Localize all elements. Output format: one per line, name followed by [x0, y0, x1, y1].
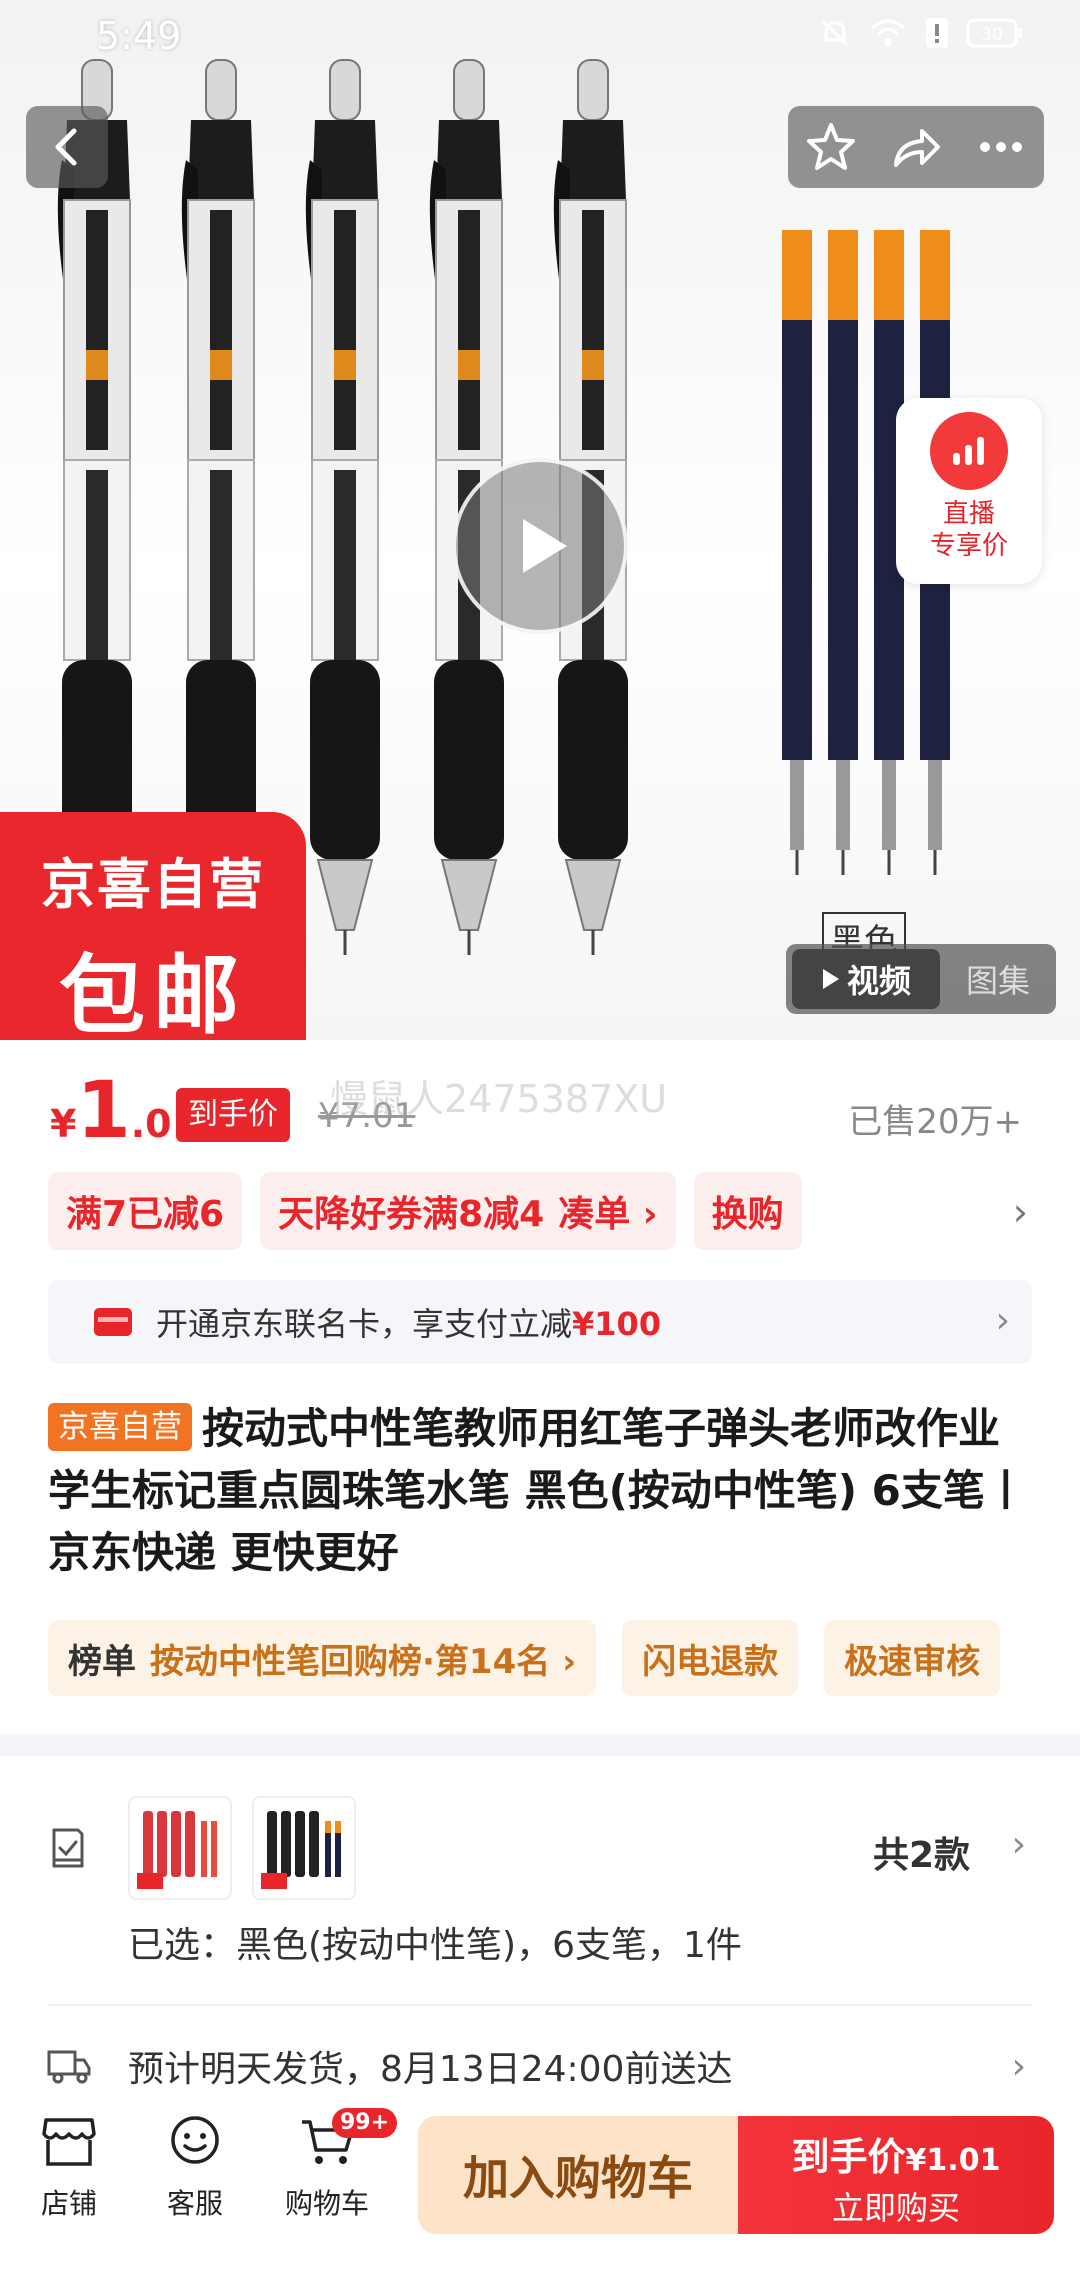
cart-badge: 99+	[332, 2108, 398, 2138]
pen-illustration	[305, 59, 380, 955]
status-icons: 30	[818, 16, 1024, 50]
buy-now-price-line: 到手价¥1.01	[738, 2126, 1054, 2181]
refill-illustration	[782, 230, 812, 875]
status-bar: 5:49 30	[0, 0, 1080, 74]
battery-icon: 30	[966, 18, 1022, 48]
selected-spec-text[interactable]: 已选：黑色(按动中性笔)，6支笔，1件	[128, 1916, 742, 1968]
price-row: ¥1.01 到手价 ¥7.01 慢鼠人2475387XU 已售20万+	[0, 1040, 1080, 1160]
promo-chips: 满7已减6 天降好券满8减4 凑单 › 换购	[48, 1172, 1048, 1252]
alert-icon	[926, 18, 948, 48]
shop-icon	[42, 2118, 96, 2166]
buy-now-price-value: ¥1.01	[905, 2143, 1001, 2178]
tab-gallery[interactable]: 图集	[940, 956, 1056, 1002]
ranking-chip[interactable]: 榜单 按动中性笔回购榜·第14名 ›	[48, 1620, 597, 1696]
fast-refund-text: 闪电退款	[642, 1641, 779, 1682]
sold-count: 已售20万+	[848, 1102, 1022, 1142]
service-chips: 榜单 按动中性笔回购榜·第14名 › 闪电退款 极速审核	[48, 1620, 1080, 1696]
chevron-right-icon[interactable]: ›	[1012, 1824, 1026, 1865]
chevron-right-icon: ›	[995, 1300, 1010, 1341]
tab-video[interactable]: 视频	[792, 949, 940, 1009]
promo-coupon-chip[interactable]: 天降好券满8减4 凑单 ›	[260, 1172, 676, 1250]
ranking-label: 榜单	[68, 1641, 136, 1682]
shop-button[interactable]: 店铺	[14, 2114, 124, 2222]
red-pens-image	[137, 1811, 217, 1889]
buy-now-button[interactable]: 到手价¥1.01 立即购买	[738, 2116, 1054, 2234]
play-icon	[523, 519, 567, 573]
watermark: 慢鼠人2475387XU	[330, 1077, 668, 1121]
variant-thumbnail-red[interactable]	[128, 1796, 232, 1900]
top-action-group	[788, 106, 1044, 188]
credit-card-icon	[94, 1308, 132, 1336]
promo-discount-chip[interactable]: 满7已减6	[48, 1172, 243, 1250]
chevron-right-icon[interactable]: ›	[1012, 2046, 1026, 2087]
tab-video-label: 视频	[846, 962, 911, 1000]
back-button[interactable]	[26, 106, 108, 188]
card-banner-text: 开通京东联名卡，享支付立减¥100	[156, 1299, 661, 1345]
selected-spec-icon	[52, 1828, 84, 1868]
variant-count[interactable]: 共2款	[873, 1826, 970, 1878]
card-banner-label: 开通京东联名卡，享支付立减	[156, 1305, 573, 1343]
chevron-left-icon	[55, 128, 77, 166]
promo-add-on-link[interactable]: 凑单 ›	[558, 1185, 657, 1237]
svg-text:30: 30	[981, 25, 1003, 45]
shipping-estimate[interactable]: 预计明天发货，8月13日24:00前送达	[128, 2040, 732, 2092]
ranking-text: 按动中性笔回购榜·第14名 ›	[150, 1641, 577, 1682]
fast-refund-chip[interactable]: 闪电退款	[622, 1620, 799, 1696]
refill-illustration	[828, 230, 858, 875]
jingxi-free-shipping-badge: 京喜自营 包邮	[0, 812, 306, 1040]
live-price-badge[interactable]: 直播 专享价	[896, 398, 1042, 584]
media-tabs: 视频 图集	[786, 944, 1056, 1014]
shop-label: 店铺	[40, 2187, 97, 2220]
price-integer: 1	[76, 1066, 131, 1156]
chevron-right-icon[interactable]: ›	[1013, 1190, 1028, 1234]
status-time: 5:49	[96, 14, 182, 58]
fast-review-text: 极速审核	[844, 1641, 981, 1682]
more-icon[interactable]	[975, 121, 1027, 173]
jingxi-badge-line1: 京喜自营	[41, 853, 265, 916]
buy-now-price-label: 到手价	[791, 2135, 906, 2179]
variant-thumbnail-black[interactable]	[252, 1796, 356, 1900]
section-divider	[0, 1734, 1080, 1756]
live-label: 直播	[942, 499, 995, 529]
jingxi-self-operated-tag: 京喜自营	[48, 1403, 192, 1451]
cart-button[interactable]: 99+ 购物车	[272, 2108, 398, 2222]
customer-service-label: 客服	[166, 2187, 223, 2220]
cart-label: 购物车	[284, 2187, 369, 2220]
wifi-icon	[871, 19, 905, 46]
live-price-label: 专享价	[929, 531, 1008, 561]
final-price-tag: 到手价	[176, 1088, 290, 1142]
buy-now-label: 立即购买	[831, 2189, 960, 2227]
card-banner-amount: ¥100	[572, 1305, 662, 1343]
video-play-button[interactable]	[452, 458, 628, 634]
star-icon[interactable]	[805, 121, 857, 173]
product-image-gallery[interactable]: 5:49 30 直播 专享价 京喜自营 包邮 黑色 视频 图集	[0, 0, 1080, 1040]
promo-coupon-label: 天降好券满8减4	[278, 1194, 545, 1235]
promo-exchange-chip[interactable]: 换购	[693, 1172, 802, 1250]
chat-smile-icon	[171, 2116, 219, 2164]
delivery-truck-icon	[47, 2050, 91, 2084]
black-pens-image	[261, 1811, 341, 1889]
price-symbol: ¥	[50, 1102, 77, 1146]
jingxi-badge-line2: 包邮	[59, 946, 247, 1040]
live-icon	[930, 412, 1008, 490]
jd-card-banner[interactable]: 开通京东联名卡，享支付立减¥100 ›	[48, 1280, 1032, 1364]
play-small-icon	[822, 969, 839, 989]
add-to-cart-button[interactable]: 加入购物车	[418, 2116, 738, 2234]
bottom-action-bar: 店铺 客服 99+ 购物车 加入购物车 到手价¥1.01 立即购买	[0, 2096, 1080, 2280]
mute-bell-icon	[821, 19, 849, 47]
product-title-text: 按动式中性笔教师用红笔子弹头老师改作业学生标记重点圆珠笔水笔 黑色(按动中性笔)…	[48, 1404, 1027, 1577]
fast-review-chip[interactable]: 极速审核	[824, 1620, 1001, 1696]
share-icon[interactable]	[890, 121, 942, 173]
customer-service-button[interactable]: 客服	[140, 2114, 250, 2222]
divider	[48, 2004, 1032, 2006]
product-title: 京喜自营 按动式中性笔教师用红笔子弹头老师改作业学生标记重点圆珠笔水笔 黑色(按动…	[48, 1398, 1038, 1584]
